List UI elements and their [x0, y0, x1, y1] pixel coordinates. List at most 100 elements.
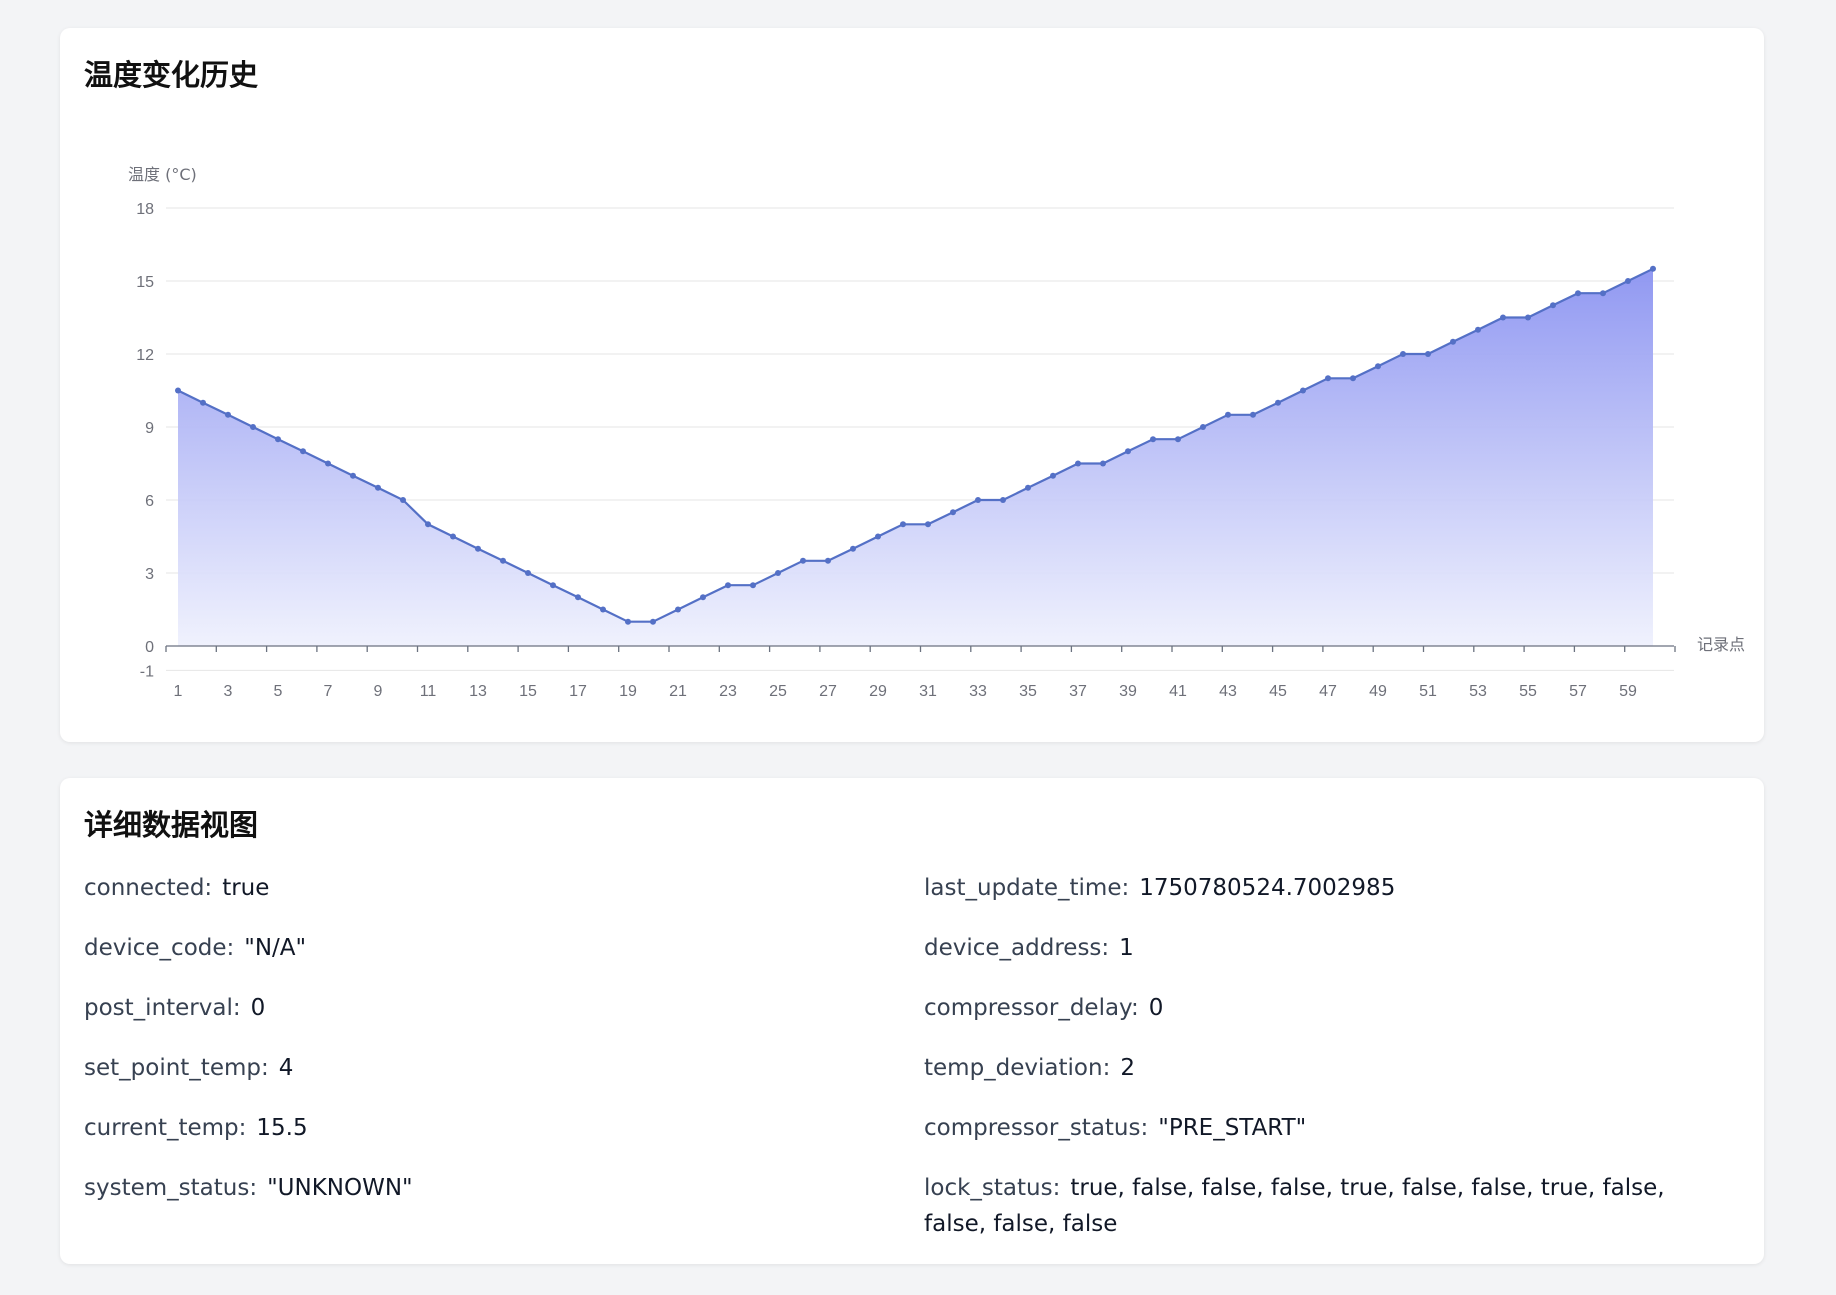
- detail-key: set_point_temp:: [84, 1055, 269, 1081]
- data-point[interactable]: [1025, 484, 1031, 491]
- data-point[interactable]: [1275, 399, 1281, 406]
- data-point[interactable]: [1100, 460, 1106, 467]
- data-point[interactable]: [950, 509, 956, 516]
- data-point[interactable]: [1550, 302, 1556, 309]
- x-tick-label: 31: [919, 683, 937, 700]
- y-tick-label: 9: [145, 420, 154, 437]
- detail-item-device-address: device_address: 1: [924, 930, 1134, 966]
- data-point[interactable]: [925, 521, 931, 528]
- data-point[interactable]: [1250, 411, 1256, 418]
- x-tick-label: 23: [719, 683, 737, 700]
- data-point[interactable]: [875, 533, 881, 540]
- data-point[interactable]: [250, 424, 256, 430]
- data-point[interactable]: [675, 606, 681, 613]
- data-point[interactable]: [225, 411, 231, 418]
- detail-item-connected: connected: true: [84, 870, 269, 906]
- x-tick-label: 45: [1269, 683, 1287, 700]
- x-tick-label: 19: [619, 683, 637, 700]
- y-tick-label: 12: [136, 347, 154, 364]
- y-tick-label: 6: [145, 493, 154, 510]
- data-point[interactable]: [625, 618, 631, 625]
- x-tick-label: 49: [1369, 683, 1387, 700]
- x-tick-label: 21: [669, 683, 687, 700]
- data-point[interactable]: [900, 521, 906, 528]
- data-point[interactable]: [1500, 314, 1506, 321]
- data-point[interactable]: [975, 497, 981, 503]
- x-tick-label: 35: [1019, 683, 1037, 700]
- data-point[interactable]: [375, 484, 381, 491]
- temperature-chart[interactable]: -103691215181 3 5 7 9 11 13 15 17 19 21 23 25 27 29 31 3…: [60, 28, 1764, 742]
- x-tick-label: 3: [224, 683, 233, 700]
- detail-key: temp_deviation:: [924, 1055, 1111, 1081]
- data-point[interactable]: [1425, 351, 1431, 357]
- data-point[interactable]: [800, 557, 806, 564]
- x-tick-label: 33: [969, 683, 987, 700]
- data-point[interactable]: [825, 557, 831, 564]
- data-point[interactable]: [1225, 411, 1231, 418]
- y-axis-label: 温度 (°C): [128, 165, 197, 184]
- data-point[interactable]: [1325, 375, 1331, 382]
- x-tick-label: 5: [274, 683, 283, 700]
- data-point[interactable]: [1350, 375, 1356, 382]
- data-point[interactable]: [1525, 314, 1531, 321]
- data-point[interactable]: [1000, 497, 1006, 503]
- data-point[interactable]: [600, 606, 606, 613]
- data-point[interactable]: [400, 497, 406, 503]
- data-point[interactable]: [1050, 472, 1056, 479]
- data-point[interactable]: [1575, 290, 1581, 297]
- data-point[interactable]: [1300, 387, 1306, 394]
- data-point[interactable]: [650, 618, 656, 625]
- data-point[interactable]: [1075, 460, 1081, 467]
- data-point[interactable]: [1175, 436, 1181, 443]
- x-tick-label: 15: [519, 683, 537, 700]
- detail-value: 15.5: [256, 1115, 308, 1141]
- data-point[interactable]: [425, 521, 431, 528]
- detail-key: current_temp:: [84, 1115, 247, 1141]
- data-point[interactable]: [1475, 326, 1481, 333]
- data-point[interactable]: [1150, 436, 1156, 443]
- data-point[interactable]: [850, 545, 856, 552]
- x-tick-label: 13: [469, 683, 487, 700]
- data-point[interactable]: [350, 472, 356, 479]
- data-point[interactable]: [450, 533, 456, 540]
- data-point[interactable]: [525, 570, 531, 576]
- data-point[interactable]: [1125, 448, 1131, 455]
- data-point[interactable]: [300, 448, 306, 455]
- data-point[interactable]: [1600, 290, 1606, 297]
- data-point[interactable]: [1650, 265, 1656, 272]
- data-point[interactable]: [575, 594, 581, 601]
- data-point[interactable]: [200, 399, 206, 406]
- detail-value: 4: [278, 1055, 294, 1081]
- data-point[interactable]: [500, 557, 506, 564]
- temperature-history-card: 温度变化历史 -1 0 3 6 9 12 15 18 1 3 5 7 9 11 13 15 17 19 21 23 25…: [60, 28, 1764, 742]
- detail-item-temp-deviation: temp_deviation: 2: [924, 1050, 1135, 1086]
- y-tick-label: 3: [145, 566, 154, 583]
- data-point[interactable]: [475, 545, 481, 552]
- data-point[interactable]: [1400, 351, 1406, 357]
- detail-value: "PRE_START": [1158, 1115, 1307, 1141]
- data-point[interactable]: [725, 582, 731, 589]
- data-point[interactable]: [1450, 338, 1456, 345]
- detail-key: compressor_delay:: [924, 995, 1139, 1021]
- y-tick-label: 18: [136, 201, 154, 218]
- y-tick-label: 15: [136, 274, 154, 291]
- data-point[interactable]: [1200, 424, 1206, 430]
- data-point[interactable]: [750, 582, 756, 589]
- data-point[interactable]: [275, 436, 281, 443]
- detail-data-card: 详细数据视图 connected: true device_code: "N/A" …: [60, 778, 1764, 1264]
- detail-key: post_interval:: [84, 995, 241, 1021]
- x-tick-label: 37: [1069, 683, 1087, 700]
- data-point[interactable]: [325, 460, 331, 467]
- x-tick-label: 59: [1619, 683, 1637, 700]
- data-point[interactable]: [550, 582, 556, 589]
- data-point[interactable]: [700, 594, 706, 601]
- detail-item-device-code: device_code: "N/A": [84, 930, 306, 966]
- x-tick-label: 29: [869, 683, 887, 700]
- x-tick-label: 57: [1569, 683, 1587, 700]
- x-tick-label: 47: [1319, 683, 1337, 700]
- data-point[interactable]: [1375, 363, 1381, 370]
- data-point[interactable]: [175, 387, 181, 394]
- detail-title: 详细数据视图: [84, 808, 259, 842]
- data-point[interactable]: [1625, 278, 1631, 284]
- data-point[interactable]: [775, 570, 781, 576]
